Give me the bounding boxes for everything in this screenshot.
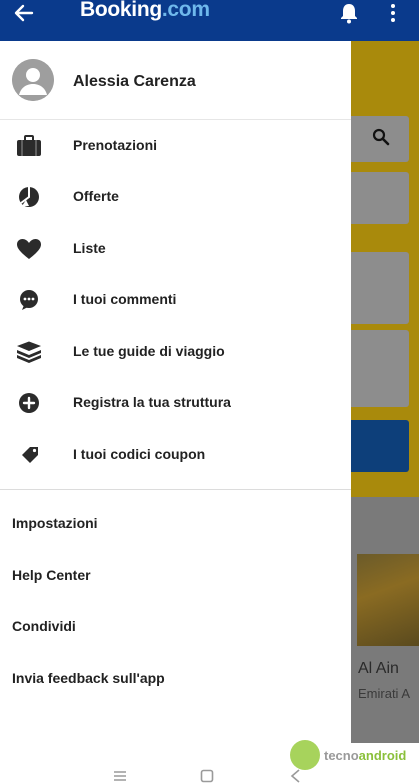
menu-item-invia-feedback[interactable]: Invia feedback sull'app <box>0 657 351 701</box>
profile-header[interactable]: Alessia Carenza <box>0 41 351 120</box>
menu-item-label: Liste <box>73 240 106 256</box>
menu-item-registra-struttura[interactable]: Registra la tua struttura <box>0 379 351 427</box>
menu-item-label: Offerte <box>73 188 119 204</box>
briefcase-icon <box>17 135 41 156</box>
bell-icon[interactable] <box>338 2 360 24</box>
back-nav-icon[interactable] <box>289 769 303 783</box>
menu-item-guide-viaggio[interactable]: Le tue guide di viaggio <box>0 328 351 376</box>
comment-icon <box>20 290 38 310</box>
menu-item-liste[interactable]: Liste <box>0 225 351 273</box>
watermark-part1: tecno <box>324 748 359 763</box>
search-field-card <box>351 172 409 224</box>
menu-item-label: Registra la tua struttura <box>73 394 231 410</box>
avatar-icon <box>12 59 54 101</box>
menu-item-label: Prenotazioni <box>73 137 158 153</box>
search-field-card <box>351 252 409 324</box>
search-button <box>351 420 409 472</box>
destination-city: Al Ain <box>358 660 399 677</box>
menu-item-condividi[interactable]: Condividi <box>0 605 351 649</box>
back-arrow-icon[interactable] <box>12 2 36 24</box>
destination-country: Emirati A <box>358 686 411 701</box>
search-icon <box>372 128 390 146</box>
brand-suffix: .com <box>161 0 210 21</box>
menu-item-label: I tuoi commenti <box>73 291 177 307</box>
menu-nav-icon[interactable] <box>113 769 127 783</box>
menu-item-label: I tuoi codici coupon <box>73 446 206 462</box>
watermark-part2: android <box>358 748 407 763</box>
offers-icon <box>19 187 39 207</box>
background-content: Al Ain Emirati A <box>351 41 419 743</box>
menu-item-help-center[interactable]: Help Center <box>0 554 351 598</box>
user-name: Alessia Carenza <box>73 73 196 90</box>
settings-item-label: Invia feedback sull'app <box>12 670 165 686</box>
destination-image <box>357 554 419 646</box>
menu-item-codici-coupon[interactable]: I tuoi codici coupon <box>0 431 351 479</box>
tag-icon <box>22 447 38 463</box>
app-bar: Booking.com <box>0 0 419 41</box>
menu-item-prenotazioni[interactable]: Prenotazioni <box>0 122 351 170</box>
settings-item-label: Help Center <box>12 567 91 583</box>
navigation-drawer: Alessia Carenza Prenotazioni Offerte Lis… <box>0 41 351 743</box>
brand-logo: Booking.com <box>80 0 210 22</box>
menu-item-impostazioni[interactable]: Impostazioni <box>0 502 351 546</box>
heart-icon <box>17 239 41 259</box>
search-field-card <box>351 330 409 407</box>
watermark-text: tecnoandroid <box>324 748 406 763</box>
more-vert-icon[interactable] <box>386 2 400 24</box>
menu-item-label: Le tue guide di viaggio <box>73 343 225 359</box>
home-nav-icon[interactable] <box>200 769 214 783</box>
settings-item-label: Condividi <box>12 618 76 634</box>
drawer-divider <box>0 489 351 490</box>
brand-main: Booking <box>80 0 162 21</box>
menu-item-commenti[interactable]: I tuoi commenti <box>0 276 351 324</box>
guides-icon <box>17 341 41 363</box>
watermark-logo-icon <box>290 740 320 770</box>
add-circle-icon <box>19 393 39 413</box>
settings-item-label: Impostazioni <box>12 515 98 531</box>
menu-item-offerte[interactable]: Offerte <box>0 173 351 221</box>
